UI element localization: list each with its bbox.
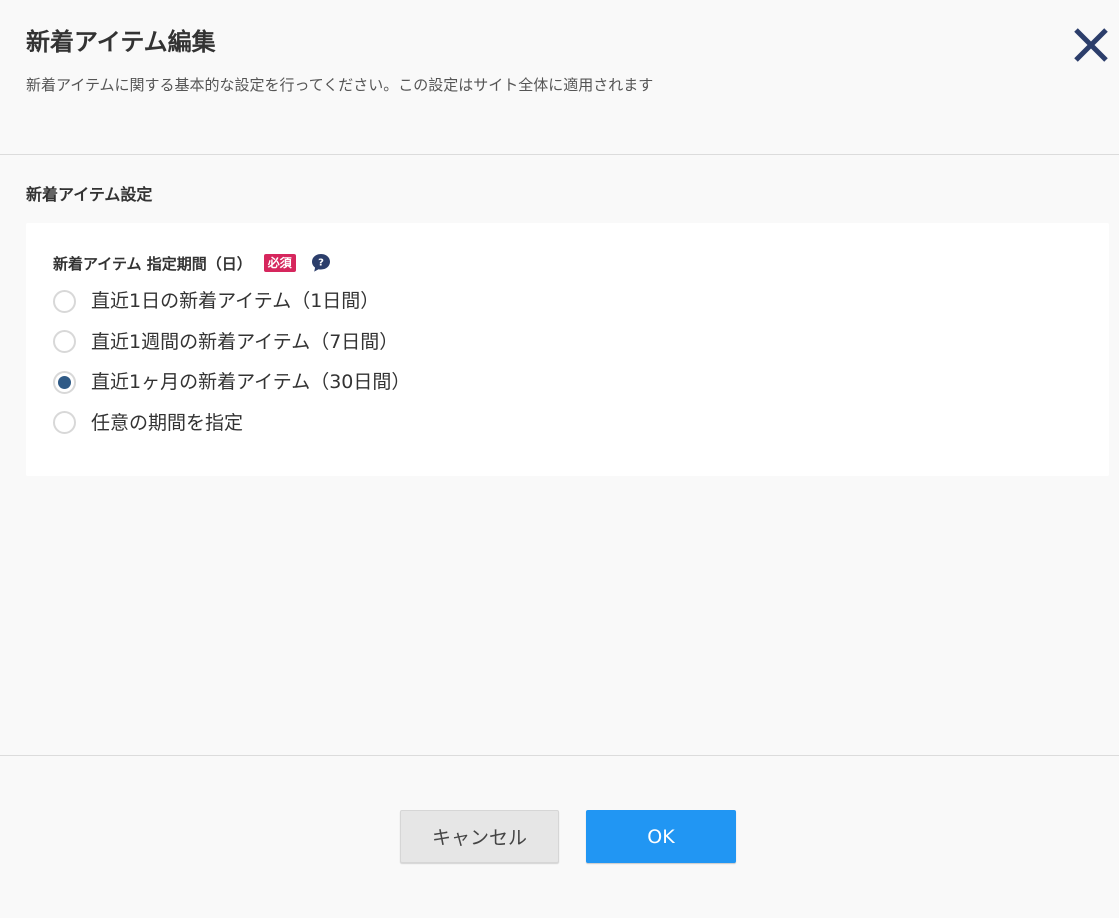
radio-option-custom[interactable]: 任意の期間を指定 [53,403,410,444]
radio-button[interactable] [53,411,76,435]
radio-label: 任意の期間を指定 [91,411,244,434]
field-label-row: 新着アイテム 指定期間（日） 必須 ? [53,251,332,275]
ok-button[interactable]: OK [586,810,736,863]
radio-button-checked[interactable] [53,370,76,394]
modal-header: 新着アイテム編集 新着アイテムに関する基本的な設定を行ってください。この設定はサ… [0,0,1119,155]
cancel-button[interactable]: キャンセル [400,810,559,863]
modal-subtitle: 新着アイテムに関する基本的な設定を行ってください。この設定はサイト全体に適用され… [26,76,654,94]
radio-label: 直近1ヶ月の新着アイテム（30日間） [91,371,411,394]
radio-button[interactable] [53,330,76,354]
help-icon[interactable]: ? [310,252,332,274]
radio-option-1-month[interactable]: 直近1ヶ月の新着アイテム（30日間） [53,362,410,403]
close-icon [1074,28,1108,62]
field-label: 新着アイテム 指定期間（日） [53,254,252,273]
footer-divider [0,755,1119,756]
settings-card: 新着アイテム 指定期間（日） 必須 ? 直近1日の新着アイテム（1日間） 直近1… [26,223,1109,476]
close-button[interactable] [1070,24,1112,66]
required-badge: 必須 [263,254,296,272]
radio-button[interactable] [53,289,76,313]
radio-label: 直近1日の新着アイテム（1日間） [91,290,380,313]
section-title: 新着アイテム設定 [26,185,153,204]
svg-text:?: ? [318,258,324,269]
radio-label: 直近1週間の新着アイテム（7日間） [91,330,399,353]
radio-option-1-week[interactable]: 直近1週間の新着アイテム（7日間） [53,322,410,363]
modal-title: 新着アイテム編集 [26,28,216,56]
edit-modal: 新着アイテム編集 新着アイテムに関する基本的な設定を行ってください。この設定はサ… [0,0,1119,918]
period-radio-group: 直近1日の新着アイテム（1日間） 直近1週間の新着アイテム（7日間） 直近1ヶ月… [53,281,410,443]
radio-option-1-day[interactable]: 直近1日の新着アイテム（1日間） [53,281,410,322]
